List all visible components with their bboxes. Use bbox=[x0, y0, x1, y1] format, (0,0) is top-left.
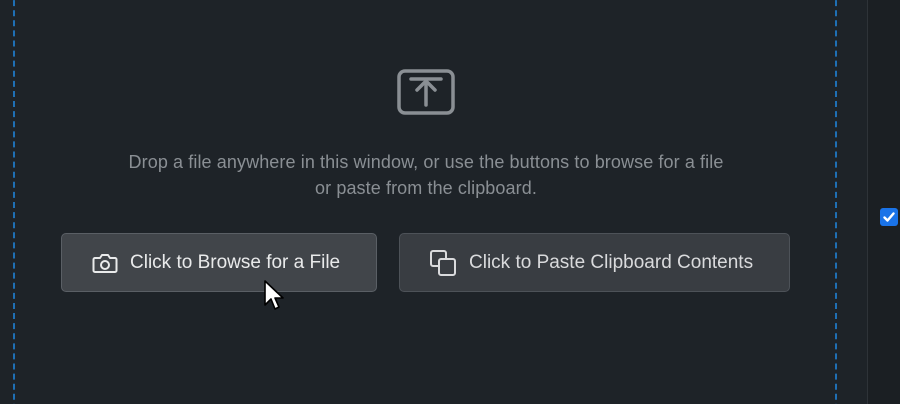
page: Drop a file anywhere in this window, or … bbox=[0, 0, 900, 404]
file-drop-zone[interactable] bbox=[13, 0, 837, 404]
drop-hint-text: Drop a file anywhere in this window, or … bbox=[60, 149, 792, 201]
check-icon bbox=[883, 212, 895, 222]
drop-hint-line-2: or paste from the clipboard. bbox=[315, 178, 537, 198]
paste-clipboard-label: Click to Paste Clipboard Contents bbox=[469, 251, 754, 273]
side-panel-checkbox[interactable] bbox=[880, 208, 898, 226]
upload-icon bbox=[397, 69, 455, 115]
camera-icon bbox=[92, 252, 118, 274]
mouse-cursor-icon bbox=[264, 280, 284, 310]
browse-file-label: Click to Browse for a File bbox=[130, 251, 341, 273]
browse-file-button[interactable]: Click to Browse for a File bbox=[61, 233, 377, 292]
drop-hint-line-1: Drop a file anywhere in this window, or … bbox=[128, 152, 724, 172]
copy-icon bbox=[429, 249, 457, 277]
paste-clipboard-button[interactable]: Click to Paste Clipboard Contents bbox=[399, 233, 790, 292]
side-panel bbox=[868, 0, 900, 404]
